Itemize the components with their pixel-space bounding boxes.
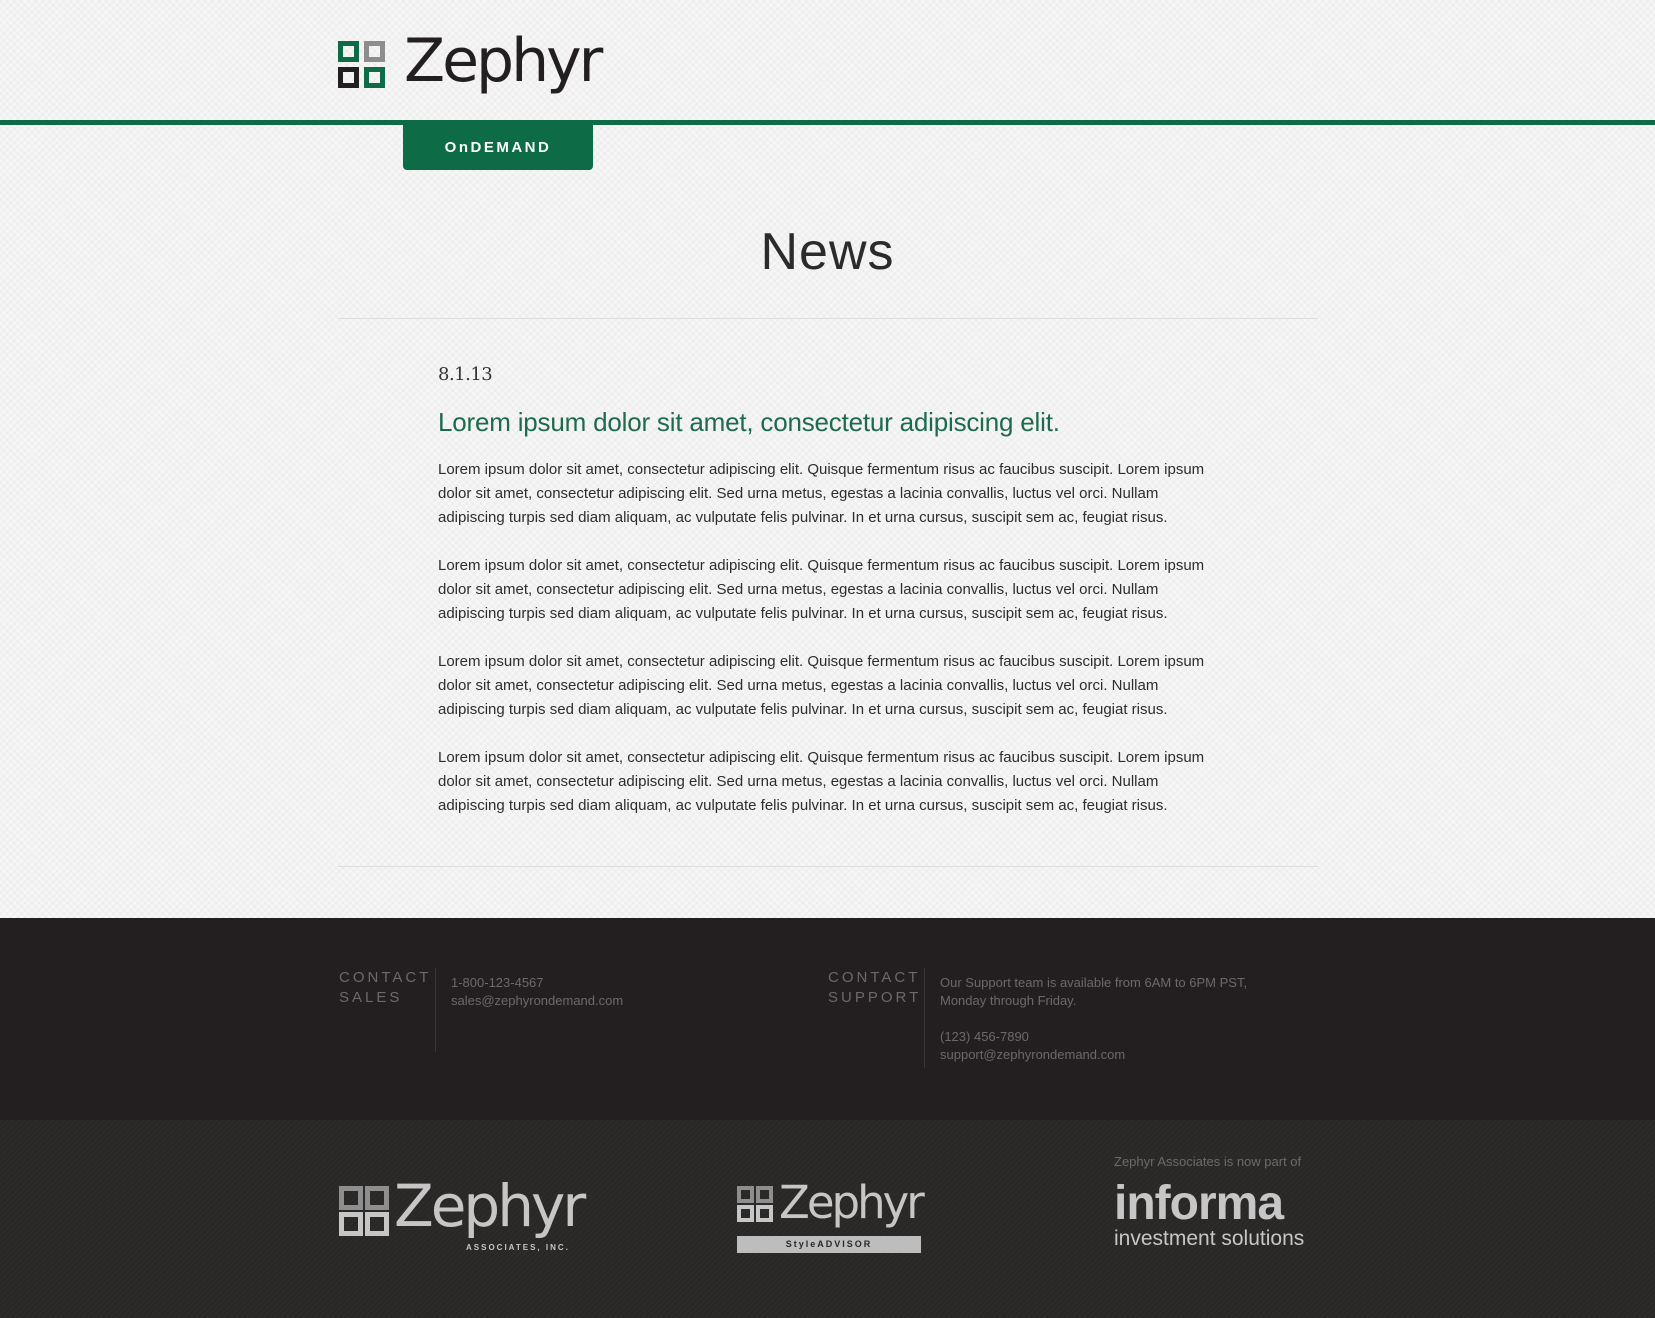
zephyr-squares-icon [737,1186,773,1222]
zephyr-logo[interactable]: Zephyr [338,26,603,96]
title-divider [338,318,1318,319]
informa-intro: Zephyr Associates is now part of [1114,1154,1302,1169]
article-headline[interactable]: Lorem ipsum dolor sit amet, consectetur … [438,407,1218,438]
article-paragraph: Lorem ipsum dolor sit amet, consectetur … [438,557,1205,622]
article-paragraph: Lorem ipsum dolor sit amet, consectetur … [438,461,1205,526]
zephyr-squares-icon [339,1186,389,1236]
contact-support-label: CONTACT SUPPORT [828,969,922,1006]
logo-wordmark: Zephyr [404,26,603,96]
sales-email-link[interactable]: sales@zephyrondemand.com [451,993,623,1008]
style-advisor-wordmark: Zephyr [779,1176,925,1229]
style-advisor-logo[interactable]: Zephyr StyleADVISOR [737,1176,925,1256]
page-title: News [760,223,895,281]
contact-support: CONTACT SUPPORT Our Support team is avai… [828,968,1247,1068]
article-paragraph: Lorem ipsum dolor sit amet, consectetur … [438,653,1205,718]
news-article: 8.1.13 Lorem ipsum dolor sit amet, conse… [438,364,1218,842]
style-advisor-tagline: StyleADVISOR [737,1236,921,1253]
zephyr-associates-tagline: ASSOCIATES, INC. [466,1243,570,1252]
support-email-link[interactable]: support@zephyrondemand.com [940,1047,1125,1062]
sales-phone[interactable]: 1-800-123-4567 [451,974,623,992]
contact-sales-divider [435,968,436,1052]
informa-tagline: investment solutions [1114,1227,1305,1250]
contact-support-divider [924,968,925,1068]
informa-wordmark: informa [1114,1177,1284,1230]
support-hours: Our Support team is available from 6AM t… [940,975,1248,1008]
zephyr-associates-wordmark: Zephyr [394,1172,586,1240]
article-paragraph: Lorem ipsum dolor sit amet, consectetur … [438,749,1205,814]
support-phone[interactable]: (123) 456-7890 [940,1028,1247,1046]
site-header: Zephyr [0,0,1655,121]
informa-logo[interactable]: Zephyr Associates is now part of informa… [1114,1154,1324,1251]
content-divider [338,866,1318,867]
article-date: 8.1.13 [438,364,493,385]
contact-sales-label: CONTACT SALES [339,969,432,1006]
contact-sales: CONTACT SALES 1-800-123-4567 sales@zephy… [339,968,623,1052]
article-body: Lorem ipsum dolor sit amet, consectetur … [438,458,1218,818]
zephyr-squares-logo-icon [338,40,385,88]
contact-footer: CONTACT SALES 1-800-123-4567 sales@zephy… [0,918,1655,1120]
header-divider [0,120,1655,125]
tab-ondemand[interactable]: OnDEMAND [403,124,593,170]
brands-footer: Zephyr ASSOCIATES, INC. Zephyr StyleADVI… [0,1120,1655,1318]
